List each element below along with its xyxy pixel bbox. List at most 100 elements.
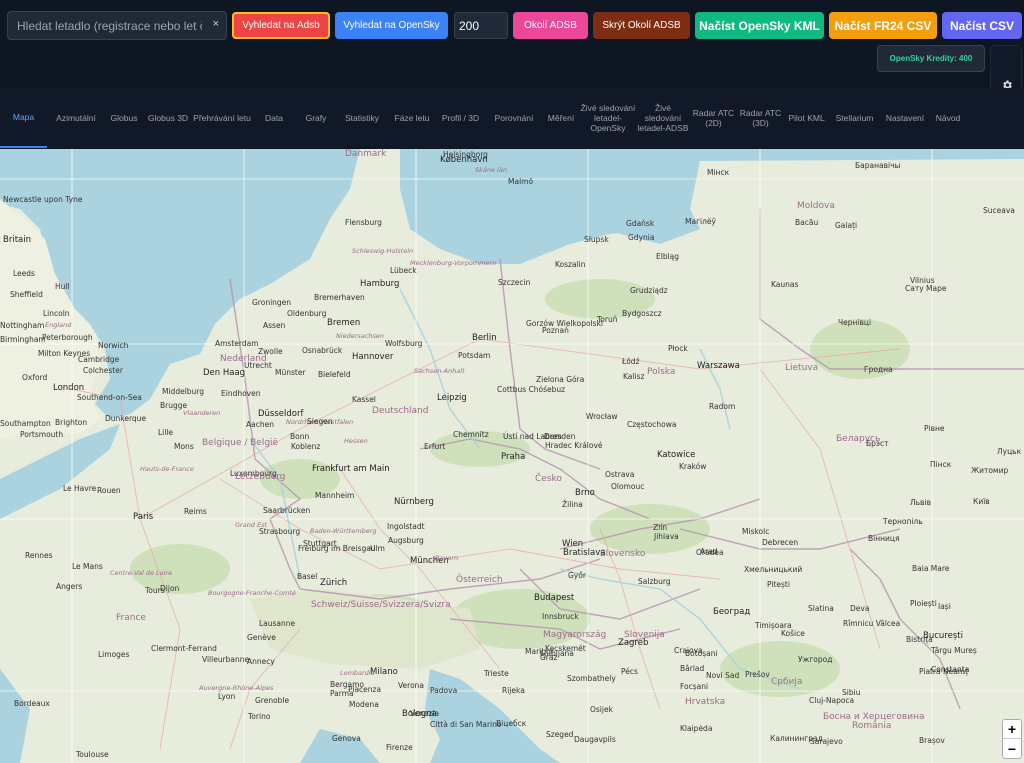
tab-2[interactable]: Globus	[105, 88, 143, 148]
map-label: Bordeaux	[14, 699, 50, 708]
tab-7[interactable]: Statistiky	[335, 88, 389, 148]
map-label: Bremen	[327, 318, 361, 328]
tab-17[interactable]: Stellarium	[829, 88, 880, 148]
tab-4[interactable]: Přehrávání letu	[193, 88, 251, 148]
map-label: Zwolle	[258, 347, 283, 356]
search-adsb-button[interactable]: Vyhledat na Adsb	[232, 12, 330, 39]
map-label: Moldova	[797, 201, 835, 211]
tab-3[interactable]: Globus 3D	[143, 88, 193, 148]
tab-12[interactable]: Živé sledování letadel-OpenSky	[580, 88, 636, 148]
map-label: Koblenz	[291, 442, 321, 451]
map-label: Piatra Neamț	[919, 667, 969, 676]
map-label: Szeged	[546, 730, 574, 739]
map-label: Wrocław	[586, 412, 618, 421]
map-label: Le Mans	[72, 562, 103, 571]
map-label: Ústí nad Labem	[503, 432, 562, 441]
tab-10[interactable]: Porovnání	[486, 88, 542, 148]
zoom-in-button[interactable]: +	[1003, 720, 1021, 739]
map-label: Danmark	[345, 149, 387, 159]
map-label: Suceava	[983, 206, 1015, 215]
map-label: Praha	[501, 452, 526, 462]
map-label: Oradea	[696, 548, 724, 557]
map-view[interactable]: Danmark Helsingborg København Skåne län Malm…	[0, 149, 1024, 763]
tab-19[interactable]: Návod	[930, 88, 966, 148]
tab-0[interactable]: Mapa	[0, 88, 47, 148]
map-label: Auvergne-Rhône-Alpes	[199, 684, 274, 692]
map-label: Rennes	[25, 551, 53, 560]
tab-11[interactable]: Měření	[542, 88, 580, 148]
map-label: Hradec Králové	[545, 441, 603, 450]
map-label: Ulm	[370, 544, 385, 553]
map-label: Hannover	[352, 352, 394, 362]
load-fr24-csv-button[interactable]: Načíst FR24 CSV	[829, 12, 937, 39]
map-label: Colchester	[83, 366, 123, 375]
map-label: Innsbruck	[542, 612, 579, 621]
map-label: Ljubljana	[540, 649, 574, 658]
clear-icon[interactable]: ×	[213, 18, 219, 30]
map-label: Gdańsk	[626, 219, 655, 228]
map-label: Wolfsburg	[385, 339, 423, 348]
map-label: Hrvatska	[685, 697, 726, 707]
tab-8[interactable]: Fáze letu	[389, 88, 435, 148]
map-label: Daugavpils	[574, 735, 616, 744]
tab-6[interactable]: Grafy	[297, 88, 335, 148]
tab-bar: Mapa Azimutální Globus Globus 3D Přehrávání …	[0, 88, 1024, 148]
search-input[interactable]	[17, 18, 202, 33]
nearby-adsb-button[interactable]: Okolí ADSB	[513, 12, 588, 39]
map-label: Strasbourg	[259, 527, 301, 536]
map-label: Ploiești	[910, 599, 937, 608]
zoom-control: + −	[1002, 719, 1022, 759]
map-label: Peterborough	[42, 333, 93, 342]
map-label: Koszalin	[555, 260, 586, 269]
load-csv-button[interactable]: Načíst CSV	[942, 12, 1022, 39]
radius-input[interactable]: 200	[454, 12, 508, 39]
map-label: Zürich	[320, 578, 348, 588]
map-label: France	[116, 613, 146, 623]
map-label: Pitești	[767, 580, 790, 589]
map-label: Angers	[56, 582, 83, 591]
map-label: Limoges	[98, 650, 130, 659]
map-label: Slovensko	[600, 549, 646, 559]
map-label: Szczecin	[498, 278, 531, 287]
map-label: Vlaanderen	[183, 409, 221, 417]
search-box[interactable]: ×	[7, 11, 227, 40]
map-label: Česko	[535, 474, 562, 484]
map-label: Rîmnicu Vâlcea	[843, 619, 901, 628]
map-label: Łódź	[622, 357, 640, 366]
map-label: Radom	[709, 402, 736, 411]
map-label: England	[45, 321, 72, 329]
map-label: Deutschland	[372, 406, 429, 416]
map-label: Portsmouth	[20, 430, 64, 439]
map-label: Venezia	[410, 709, 440, 718]
map-label: Płock	[668, 344, 688, 353]
map-label: Siegen	[307, 417, 333, 426]
map-label: Magyarország	[543, 630, 607, 640]
map-label: Баранавічы	[855, 161, 901, 170]
tab-16[interactable]: Pilot KML	[784, 88, 829, 148]
map-label: Słupsk	[584, 235, 609, 244]
tab-18[interactable]: Nastavení	[880, 88, 930, 148]
tab-14[interactable]: Radar ATC (2D)	[690, 88, 737, 148]
tab-5[interactable]: Data	[251, 88, 297, 148]
search-opensky-button[interactable]: Vyhledat na OpenSky	[335, 12, 448, 39]
zoom-out-button[interactable]: −	[1003, 739, 1021, 758]
tab-15[interactable]: Radar ATC (3D)	[737, 88, 784, 148]
map-label: Pécs	[621, 667, 638, 676]
map-label: Erfurt	[424, 442, 446, 451]
map-label: Debrecen	[762, 538, 799, 547]
map-label: Grudziądz	[630, 286, 668, 295]
load-opensky-kml-button[interactable]: Načíst OpenSky KML	[695, 12, 824, 39]
map-label: Žilina	[562, 500, 583, 509]
map-label: Basel	[297, 572, 318, 581]
map-label: Lille	[158, 428, 174, 437]
map-label: Gdynia	[628, 233, 655, 242]
map-label: Toruń	[597, 315, 618, 324]
map-label: Львів	[910, 498, 931, 507]
tab-1[interactable]: Azimutální	[47, 88, 105, 148]
tab-13[interactable]: Živé sledování letadel-ADSB	[636, 88, 690, 148]
map-label: Norwich	[98, 341, 129, 350]
hide-nearby-adsb-button[interactable]: Skrýt Okolí ADSB	[593, 12, 690, 39]
map-label: Münster	[275, 368, 306, 377]
tab-9[interactable]: Profil / 3D	[435, 88, 486, 148]
map-label: Baia Mare	[912, 564, 950, 573]
